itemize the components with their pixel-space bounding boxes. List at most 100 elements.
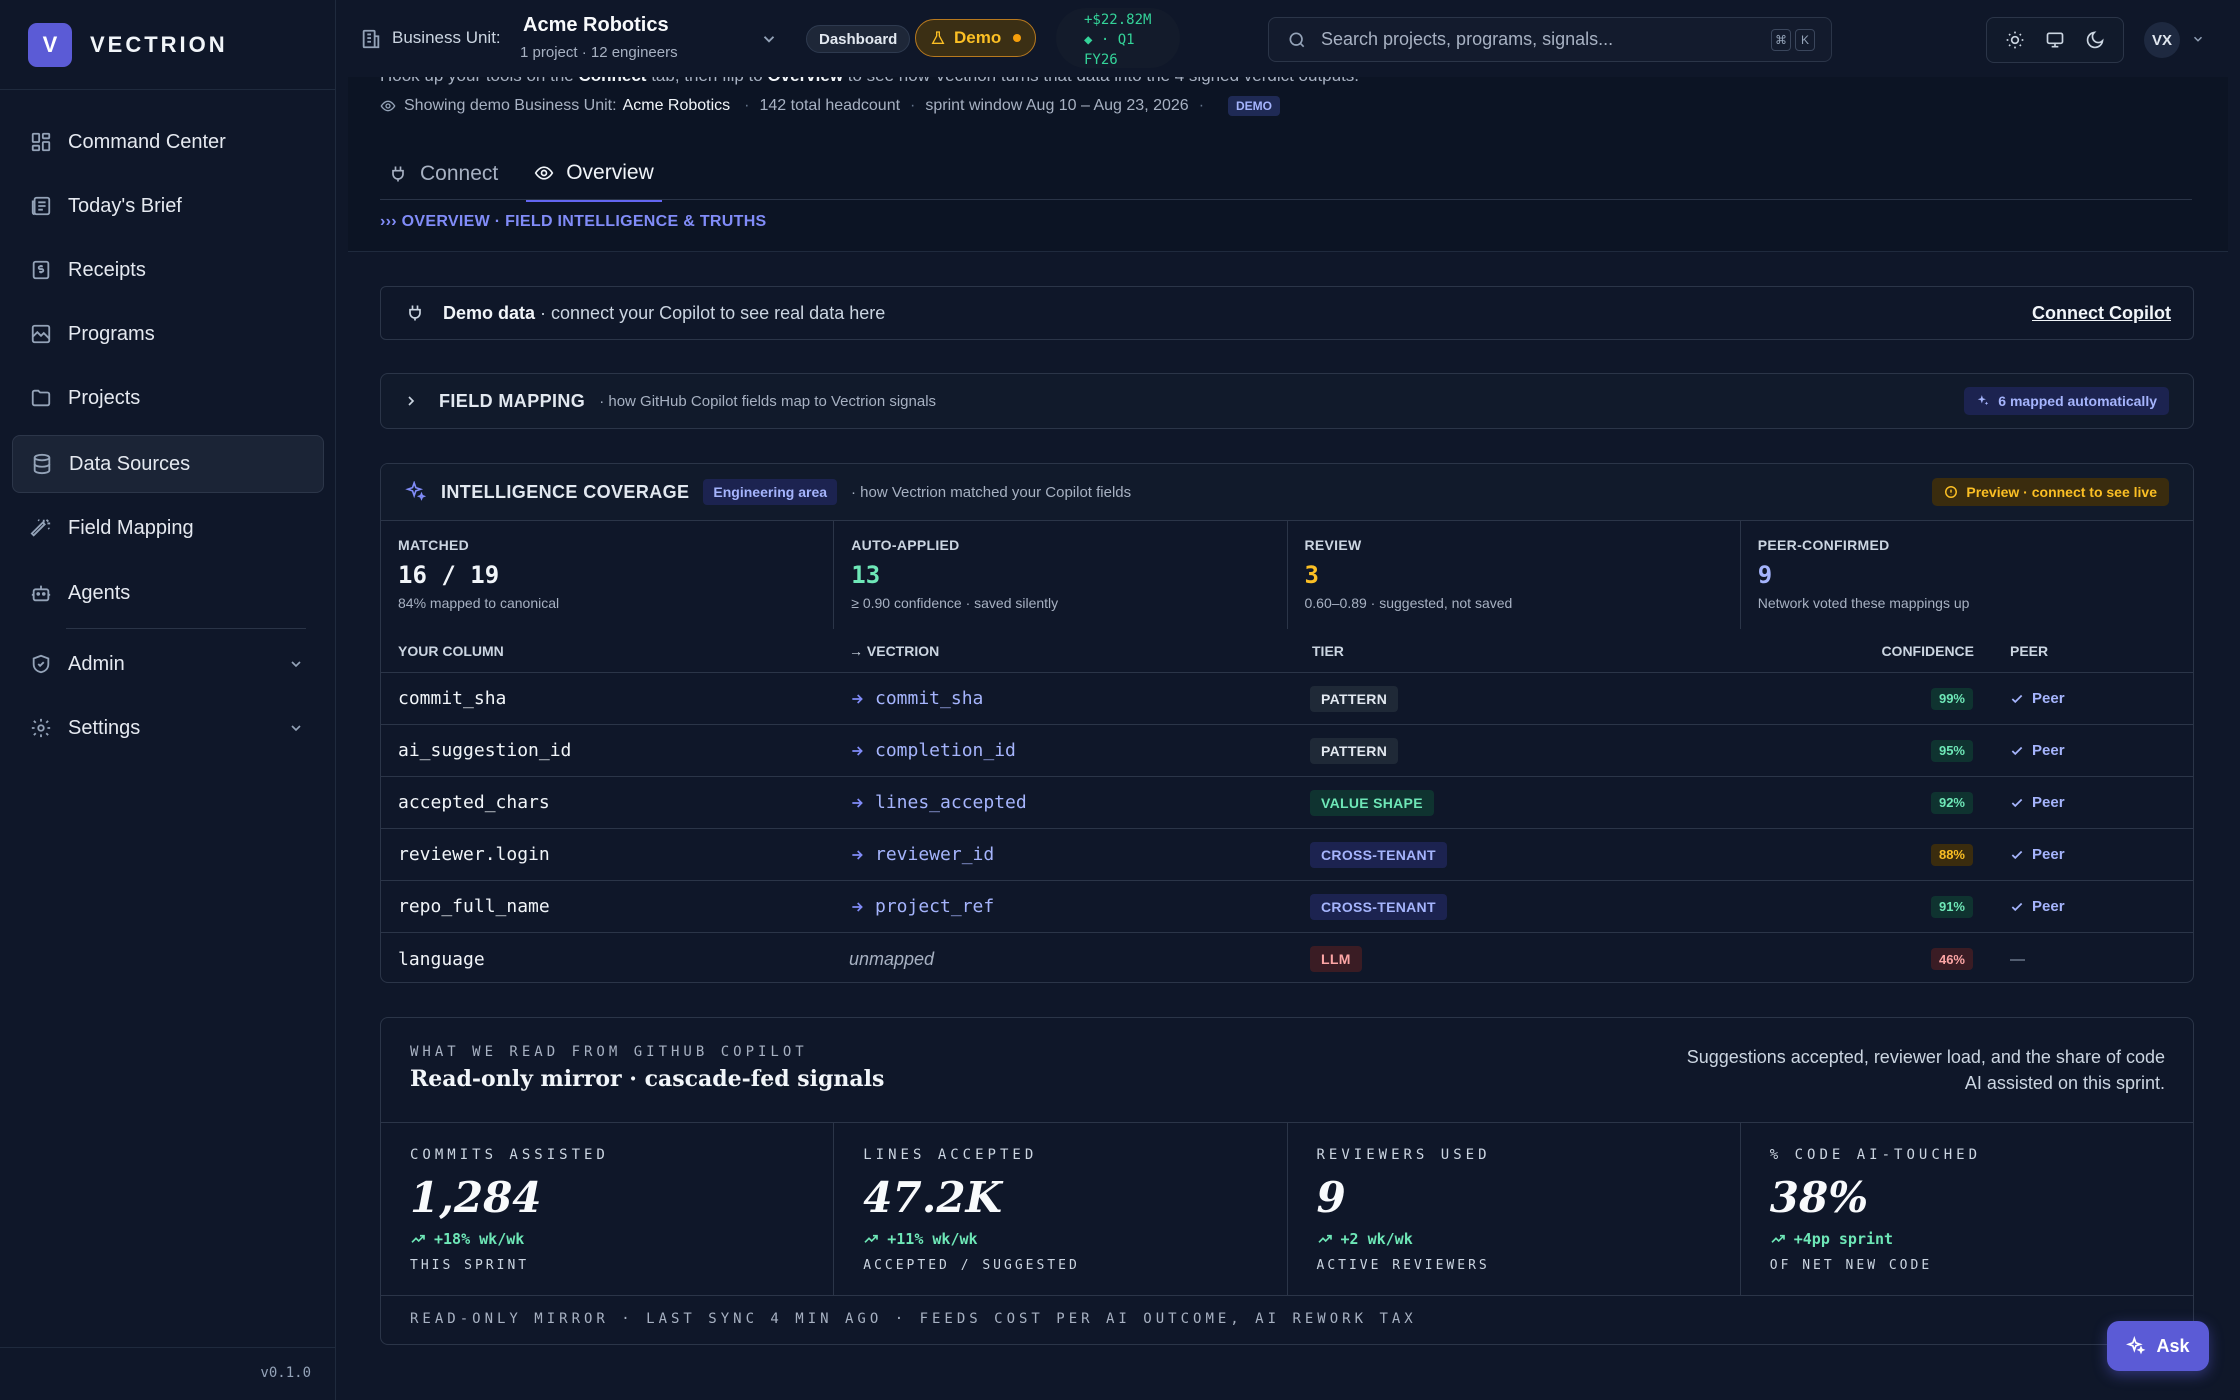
- sun-icon[interactable]: [2005, 30, 2025, 50]
- peer-cell: —: [2010, 950, 2025, 968]
- table-header: YOUR COLUMN → VECTRION TIER CONFIDENCE P…: [381, 629, 2193, 673]
- page-header: Hook up your tools on the Connect tab, t…: [348, 62, 2228, 252]
- tab-connect[interactable]: Connect: [388, 146, 498, 202]
- sidebar-item-todays-brief[interactable]: Today's Brief: [12, 177, 324, 235]
- demo-mode-pill[interactable]: Demo: [915, 19, 1037, 57]
- tier-badge: PATTERN: [1310, 737, 1399, 764]
- field-mapping-section[interactable]: FIELD MAPPING · how GitHub Copilot field…: [380, 373, 2194, 429]
- sidebar-item-label: Data Sources: [69, 452, 191, 475]
- moon-icon[interactable]: [2085, 30, 2105, 50]
- vectrion-field-cell: reviewer_id: [849, 844, 994, 865]
- business-unit-summary: 1 project · 12 engineers: [520, 44, 678, 61]
- table-row[interactable]: commit_sha commit_sha PATTERN 99% Peer: [381, 673, 2193, 725]
- kpi-lines-accepted: LINES ACCEPTED 47.2K +11% wk/wk ACCEPTED…: [834, 1123, 1288, 1295]
- sidebar-item-receipts[interactable]: Receipts: [12, 241, 324, 299]
- coverage-header: INTELLIGENCE COVERAGE Engineering area ·…: [381, 464, 2193, 521]
- arrow-right-icon: [852, 745, 863, 756]
- business-unit-label: Business Unit:: [392, 28, 501, 47]
- sparkles-icon: [2126, 1336, 2146, 1355]
- avatar[interactable]: VX: [2144, 22, 2180, 58]
- flask-icon: [931, 31, 945, 44]
- stat-peer-confirmed: PEER-CONFIRMED 9 Network voted these map…: [1757, 537, 1970, 611]
- check-icon: [2011, 798, 2023, 807]
- search-input[interactable]: [1321, 29, 1791, 50]
- chevron-down-icon[interactable]: [288, 720, 304, 736]
- sidebar-item-label: Receipts: [68, 258, 146, 281]
- sidebar-item-label: Field Mapping: [68, 516, 194, 539]
- trend-up-icon: [411, 1234, 425, 1243]
- brand-logo: V: [28, 23, 72, 67]
- auto-mapped-badge: 6 mapped automatically: [1964, 387, 2169, 415]
- mirror-eyebrow: WHAT WE READ FROM GITHUB COPILOT: [410, 1044, 808, 1060]
- table-row[interactable]: accepted_chars lines_accepted VALUE SHAPE 9…: [381, 777, 2193, 829]
- stat-matched: MATCHED 16 / 19 84% mapped to canonical: [381, 521, 835, 629]
- check-icon: [2011, 694, 2023, 703]
- sidebar-item-programs[interactable]: Programs: [12, 305, 324, 363]
- search-bar[interactable]: ⌘ K: [1268, 17, 1832, 62]
- check-icon: [2011, 902, 2023, 911]
- sidebar-item-command-center[interactable]: Command Center: [12, 113, 324, 171]
- trend-up-icon: [1317, 1234, 1332, 1243]
- sidebar-item-agents[interactable]: Agents: [12, 564, 324, 622]
- shortcut-key: ⌘: [1771, 29, 1791, 51]
- coverage-stats: MATCHED 16 / 19 84% mapped to canonical …: [381, 521, 2193, 629]
- mirror-footer: READ-ONLY MIRROR · LAST SYNC 4 MIN AGO ·…: [410, 1311, 1417, 1327]
- sidebar-item-field-mapping[interactable]: Field Mapping: [12, 499, 324, 557]
- business-unit-selector[interactable]: Acme Robotics: [523, 14, 669, 37]
- chevron-down-icon[interactable]: [760, 30, 778, 48]
- stat-auto-applied: AUTO-APPLIED 13 ≥ 0.90 confidence · save…: [834, 521, 1288, 629]
- trend-up-icon: [864, 1234, 879, 1243]
- sparkles-icon: [1978, 395, 1989, 406]
- confidence-badge: 95%: [1930, 739, 1973, 762]
- sidebar-item-projects[interactable]: Projects: [12, 369, 324, 427]
- mapping-table: YOUR COLUMN → VECTRION TIER CONFIDENCE P…: [381, 629, 2193, 982]
- vectrion-field-cell: project_ref: [849, 896, 994, 917]
- sparkles-icon: [405, 481, 427, 501]
- divider: [380, 199, 2192, 200]
- robot-icon: [31, 585, 51, 602]
- grid-icon: [31, 132, 51, 152]
- folder-icon: [31, 389, 51, 407]
- chevron-right-icon[interactable]: [403, 393, 419, 409]
- topbar: Business Unit: Acme Robotics 1 project ·…: [336, 0, 2240, 77]
- divider: [381, 1295, 2193, 1296]
- demo-badge: DEMO: [1228, 96, 1281, 116]
- table-row[interactable]: reviewer.login reviewer_id CROSS-TENANT 88%…: [381, 829, 2193, 881]
- tab-bar: Connect Overview: [388, 146, 698, 204]
- confidence-badge: 92%: [1930, 791, 1973, 814]
- sidebar-item-label: Admin: [68, 652, 125, 675]
- business-unit-meta: Showing demo Business Unit: Acme Robotic…: [380, 96, 1281, 116]
- sidebar-item-admin[interactable]: Admin: [12, 635, 324, 693]
- tier-badge: PATTERN: [1310, 685, 1399, 712]
- your-column-cell: commit_sha: [398, 688, 507, 709]
- table-row[interactable]: language unmapped LLM 46% —: [381, 933, 2193, 982]
- ask-button[interactable]: Ask: [2107, 1321, 2209, 1371]
- table-row[interactable]: ai_suggestion_id completion_id PATTERN 95% P…: [381, 725, 2193, 777]
- brand-name: VECTRION: [90, 32, 228, 57]
- vectrion-field-cell: completion_id: [849, 740, 1016, 761]
- demo-data-banner: Demo data · connect your Copilot to see …: [380, 286, 2194, 340]
- eye-icon: [380, 100, 396, 112]
- monitor-icon[interactable]: [2045, 30, 2065, 50]
- value-ticker[interactable]: +$22.82M ◆ · Q1 FY26: [1056, 8, 1180, 68]
- chevron-down-icon[interactable]: [288, 656, 304, 672]
- dashboard-pill[interactable]: Dashboard: [806, 25, 911, 53]
- divider: [0, 89, 335, 90]
- check-icon: [2011, 746, 2023, 755]
- shortcut-key: K: [1795, 29, 1815, 51]
- connect-copilot-link[interactable]: Connect Copilot: [2032, 303, 2171, 324]
- tab-overview[interactable]: Overview: [526, 146, 662, 202]
- arrow-right-icon: [852, 693, 863, 704]
- sidebar-item-data-sources[interactable]: Data Sources: [12, 435, 324, 493]
- version-label: v0.1.0: [260, 1365, 311, 1381]
- receipt-icon: [32, 260, 50, 280]
- table-row[interactable]: repo_full_name project_ref CROSS-TENANT 91%…: [381, 881, 2193, 933]
- peer-cell: Peer: [2010, 846, 2065, 863]
- sidebar-item-settings[interactable]: Settings: [12, 699, 324, 757]
- chevron-down-icon[interactable]: [2191, 32, 2205, 46]
- table-body: commit_sha commit_sha PATTERN 99% Peer ai_sug…: [381, 673, 2193, 982]
- sidebar: V VECTRION Command Center Today's Brief …: [0, 0, 336, 1400]
- info-icon: [1945, 486, 1958, 498]
- brand[interactable]: V VECTRION: [28, 22, 228, 68]
- sidebar-item-label: Agents: [68, 581, 131, 604]
